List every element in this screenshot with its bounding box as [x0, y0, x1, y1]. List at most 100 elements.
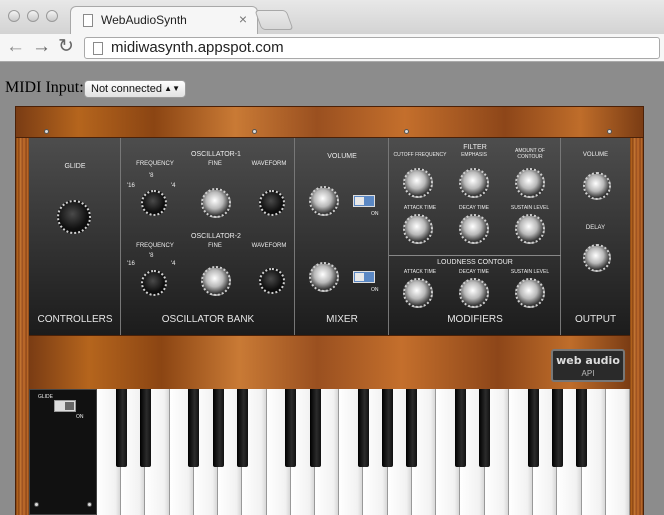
divider [389, 255, 561, 256]
output-volume-knob[interactable] [583, 172, 611, 200]
osc1-title: OSCILLATOR-1 [191, 151, 241, 158]
right-wood-panel [630, 138, 644, 515]
top-wood-panel [15, 106, 644, 138]
black-key[interactable] [479, 389, 491, 467]
loudness-attack-knob[interactable] [403, 278, 433, 308]
black-key[interactable] [406, 389, 418, 467]
osc2-fine-label: FINE [208, 243, 222, 249]
filter-attack-label: ATTACK TIME [403, 205, 437, 211]
glide-label: GLIDE [64, 163, 86, 170]
screw-icon [34, 502, 39, 507]
cutoff-frequency-label: CUTOFF FREQUENCY [393, 152, 447, 158]
mixer-on-label: ON [371, 211, 379, 217]
osc2-frequency-knob[interactable] [141, 270, 167, 296]
glide-knob[interactable] [57, 200, 91, 234]
mixer-volume-1-knob[interactable] [309, 186, 339, 216]
amount-of-contour-label: AMOUNT OF CONTOUR [515, 148, 545, 160]
footage-4: '4 [171, 183, 176, 189]
black-key[interactable] [382, 389, 394, 467]
select-arrows-icon: ▲▼ [164, 84, 180, 93]
midi-input-select[interactable]: Not connected ▲▼ [84, 80, 186, 98]
loudness-attack-label: ATTACK TIME [403, 269, 437, 275]
web-audio-api-badge: web audio API [551, 349, 625, 382]
filter-sustain-label: SUSTAIN LEVEL [510, 205, 550, 211]
window-minimize-button[interactable] [27, 10, 39, 22]
back-icon[interactable]: ← [6, 36, 25, 58]
cutoff-frequency-knob[interactable] [403, 168, 433, 198]
osc2-waveform-knob[interactable] [259, 268, 285, 294]
window-zoom-button[interactable] [46, 10, 58, 22]
delay-knob[interactable] [583, 244, 611, 272]
black-key[interactable] [576, 389, 588, 467]
controllers-section: GLIDE CONTROLLERS [29, 138, 121, 335]
page-content: MIDI Input: Not connected ▲▼ GLIDE CONTR… [0, 63, 664, 515]
tab-title: WebAudioSynth [101, 13, 187, 27]
mixer-volume-2-knob[interactable] [309, 262, 339, 292]
oscillator-bank-section: OSCILLATOR-1 FREQUENCY FINE WAVEFORM '16… [121, 138, 295, 335]
osc1-fine-knob[interactable] [201, 188, 231, 218]
browser-tab[interactable]: WebAudioSynth × [70, 6, 258, 35]
emphasis-knob[interactable] [459, 168, 489, 198]
black-key[interactable] [188, 389, 200, 467]
osc1-waveform-label: WAVEFORM [251, 161, 287, 167]
output-section: VOLUME DELAY OUTPUT [561, 138, 630, 335]
emphasis-label: EMPHASIS [461, 152, 487, 158]
delay-label: DELAY [585, 225, 606, 231]
osc1-frequency-knob[interactable] [141, 190, 167, 216]
reload-icon[interactable]: ↻ [58, 36, 74, 58]
footage-4: '4 [171, 261, 176, 267]
window-close-button[interactable] [8, 10, 20, 22]
black-key[interactable] [236, 389, 248, 467]
mixer-volume-label: VOLUME [327, 153, 357, 160]
mixer-title: MIXER [326, 314, 358, 325]
filter-decay-label: DECAY TIME [458, 205, 489, 211]
midi-input-value: Not connected [91, 83, 162, 95]
osc2-frequency-label: FREQUENCY [136, 243, 174, 249]
amount-of-contour-knob[interactable] [515, 168, 545, 198]
black-key[interactable] [358, 389, 369, 467]
black-key[interactable] [527, 389, 539, 467]
address-bar[interactable]: midiwasynth.appspot.com [84, 37, 660, 59]
black-key[interactable] [454, 389, 466, 467]
controllers-title: CONTROLLERS [37, 314, 113, 325]
osc1-waveform-knob[interactable] [259, 190, 285, 216]
glide-switch-box: GLIDE ON [29, 389, 97, 515]
black-key[interactable] [139, 389, 151, 467]
page-icon [83, 14, 93, 27]
new-tab-button[interactable] [254, 10, 294, 30]
tab-close-icon[interactable]: × [239, 11, 247, 27]
screw-icon [404, 129, 409, 134]
footage-8: '8 [149, 253, 154, 259]
white-key[interactable] [605, 389, 630, 515]
badge-line1: web audio [556, 354, 620, 367]
synthesizer: GLIDE CONTROLLERS OSCILLATOR-1 FREQUENCY… [15, 106, 644, 515]
black-key[interactable] [551, 389, 563, 467]
badge-line2: API [581, 369, 595, 378]
black-key[interactable] [115, 389, 127, 467]
page-icon [93, 42, 103, 55]
osc2-fine-knob[interactable] [201, 266, 231, 296]
glide-switch[interactable] [54, 400, 76, 412]
loudness-sustain-knob[interactable] [515, 278, 545, 308]
black-key[interactable] [285, 389, 297, 467]
screw-icon [44, 129, 49, 134]
filter-attack-knob[interactable] [403, 214, 433, 244]
loudness-decay-label: DECAY TIME [458, 269, 489, 275]
mixer-section: VOLUME ON ON MIXER [295, 138, 389, 335]
modifiers-title: MODIFIERS [447, 314, 503, 325]
piano-keyboard [97, 389, 630, 515]
oscillator-bank-title: OSCILLATOR BANK [161, 314, 255, 325]
mixer-switch-1[interactable] [353, 195, 375, 207]
black-key[interactable] [212, 389, 224, 467]
filter-sustain-knob[interactable] [515, 214, 545, 244]
black-key[interactable] [309, 389, 321, 467]
forward-icon[interactable]: → [32, 36, 51, 58]
control-panel: GLIDE CONTROLLERS OSCILLATOR-1 FREQUENCY… [29, 138, 630, 335]
glide-on-label: ON [76, 414, 84, 420]
loudness-decay-knob[interactable] [459, 278, 489, 308]
osc1-fine-label: FINE [208, 161, 222, 167]
midi-input-label: MIDI Input: [5, 79, 84, 96]
mixer-switch-2[interactable] [353, 271, 375, 283]
filter-decay-knob[interactable] [459, 214, 489, 244]
glide-switch-label: GLIDE [38, 394, 54, 400]
